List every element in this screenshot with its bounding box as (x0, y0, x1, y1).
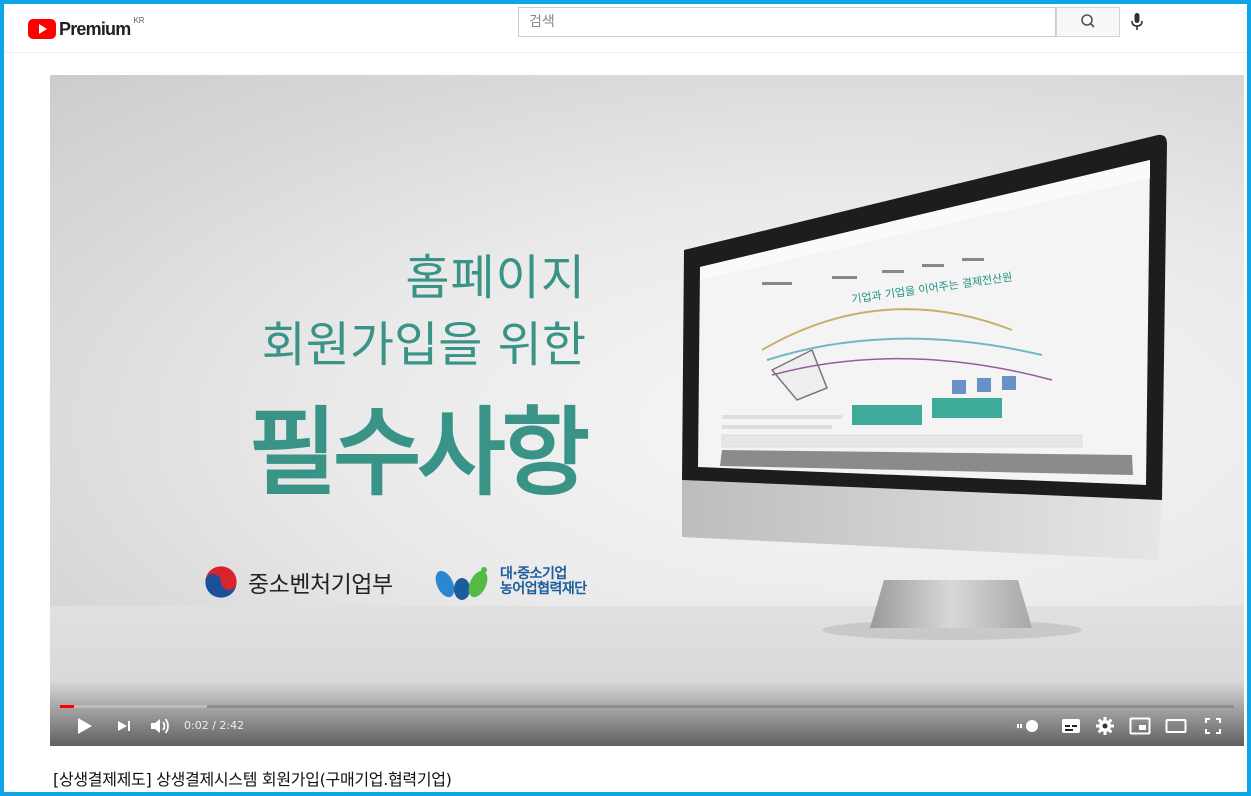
search-icon (1081, 14, 1095, 28)
taegeuk-icon (204, 565, 238, 599)
autoplay-toggle-icon (1015, 720, 1038, 732)
ministry-name: 중소벤처기업부 (248, 572, 393, 598)
search-input[interactable] (519, 8, 1059, 36)
next-icon (118, 721, 130, 731)
video-player[interactable]: 홈페이지 회원가입을 위한 필수사항 중소벤처기업부 대·중소기업 농어업협력재… (50, 75, 1244, 746)
video-title: [상생결제제도] 상생결제시스템 회원가입(구매기업.협력기업) (53, 770, 452, 789)
subtitles-icon (1062, 719, 1080, 733)
time-display: 0:02 / 2:42 (184, 719, 245, 732)
next-button[interactable] (112, 714, 136, 738)
monitor-illustration: 기업과 기업을 이어주는 결제전산원 (682, 134, 1167, 640)
progress-buffered (60, 705, 207, 708)
logo-region: KR (133, 15, 145, 25)
foundation-name-line2: 농어업협력재단 (500, 581, 587, 597)
play-icon (78, 718, 92, 734)
volume-button[interactable] (146, 714, 174, 738)
youtube-play-icon (28, 19, 56, 39)
headline-line-2: 회원가입을 위한 (261, 317, 586, 373)
ministry-logo: 중소벤처기업부 (204, 565, 393, 599)
gear-icon (1096, 717, 1114, 735)
headline-line-3: 필수사항 (248, 397, 590, 509)
search-box (518, 7, 1059, 37)
window-frame-bottom (0, 792, 1251, 796)
settings-button[interactable] (1092, 714, 1118, 738)
progress-played (60, 705, 75, 708)
autoplay-toggle[interactable] (1012, 714, 1040, 738)
play-button[interactable] (72, 714, 96, 738)
foundation-name-line1: 대·중소기업 (500, 566, 567, 582)
theater-mode-icon (1165, 719, 1187, 733)
youtube-logo[interactable]: Premium KR (28, 15, 145, 40)
fullscreen-icon (1205, 718, 1221, 734)
miniplayer-icon (1129, 717, 1151, 735)
voice-search-button[interactable] (1125, 10, 1149, 34)
subtitles-button[interactable] (1058, 714, 1084, 738)
logo-text: Premium (59, 18, 131, 39)
theater-mode-button[interactable] (1162, 714, 1190, 738)
foundation-logo: 대·중소기업 농어업협력재단 (432, 562, 587, 602)
miniplayer-button[interactable] (1126, 714, 1154, 738)
headline-line-1: 홈페이지 (405, 250, 586, 306)
fullscreen-button[interactable] (1200, 714, 1226, 738)
mic-icon (1131, 13, 1143, 30)
foundation-emblem-icon (435, 567, 488, 600)
progress-bar[interactable] (60, 705, 1234, 708)
foundation-name: 대·중소기업 농어업협력재단 (500, 567, 587, 597)
search-button[interactable] (1056, 7, 1120, 37)
volume-icon (151, 718, 169, 734)
